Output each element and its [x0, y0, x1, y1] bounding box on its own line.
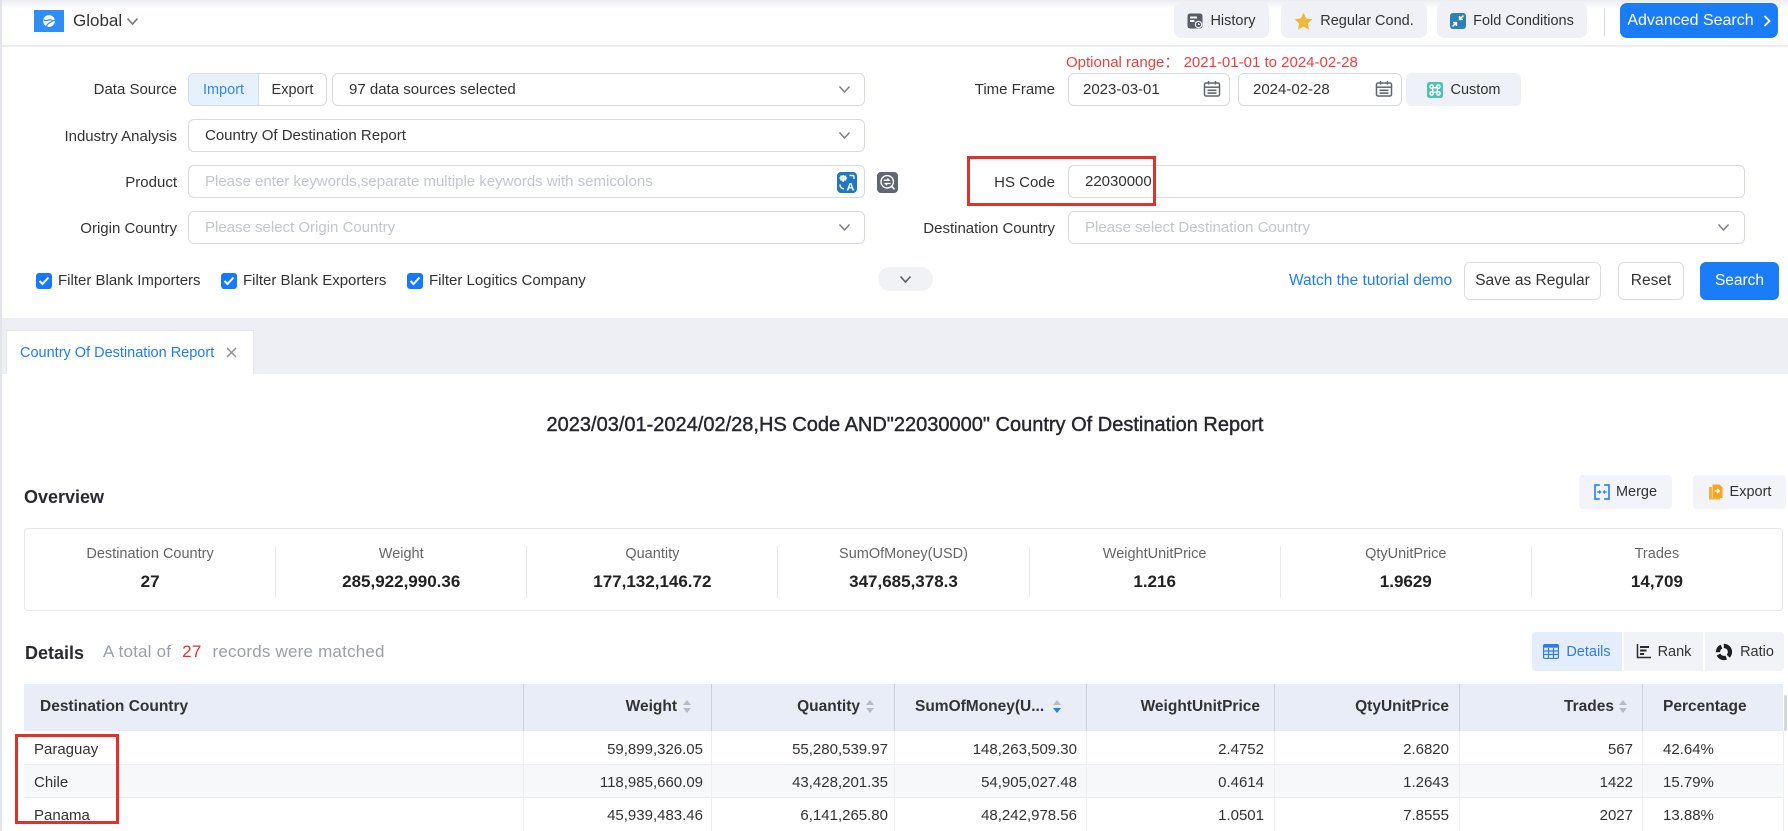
svg-text:A: A: [847, 182, 855, 194]
